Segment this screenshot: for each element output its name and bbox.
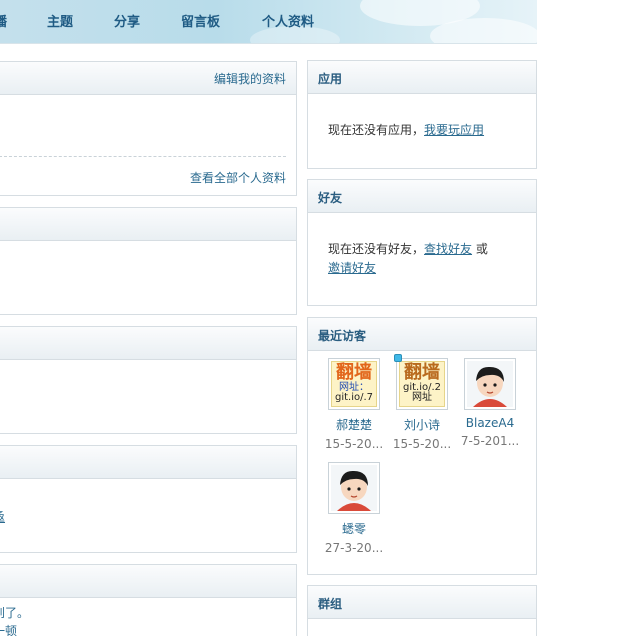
left-panel-5: 到了。 一顿: [0, 564, 297, 636]
visitor-date: 27-3-20...: [324, 541, 384, 555]
visitor-item[interactable]: 翻墙 git.io/.2 网址 刘小诗 15-5-20...: [390, 354, 454, 451]
visitor-avatar[interactable]: [328, 462, 380, 514]
partial-link[interactable]: 亟: [0, 508, 5, 525]
apps-empty-text: 现在还没有应用，: [328, 123, 425, 137]
visitor-avatar[interactable]: 翻墙 网址： git.io/.7: [328, 358, 380, 410]
default-avatar-icon: [331, 465, 377, 511]
left-panel-5-header: [0, 565, 296, 598]
groups-panel-title: 群组: [318, 597, 343, 611]
apps-panel-header: 应用: [308, 61, 536, 94]
apps-empty-message: 现在还没有应用，我要玩应用: [328, 121, 484, 138]
visitor-name[interactable]: 刘小诗: [390, 416, 454, 433]
nav-item-profile[interactable]: 个人资料: [262, 11, 314, 30]
ad-avatar-image: 翻墙 网址： git.io/.7: [331, 361, 377, 407]
default-avatar-icon: [467, 361, 513, 407]
find-friends-link[interactable]: 查找好友: [424, 242, 472, 256]
friends-empty-message: 现在还没有好友，查找好友 或: [328, 240, 488, 257]
online-status-icon: [394, 354, 402, 362]
visitor-name[interactable]: 郝楚楚: [322, 416, 386, 433]
visitors-panel-title: 最近访客: [318, 329, 367, 343]
apps-panel-title: 应用: [318, 72, 343, 86]
friends-panel-title: 好友: [318, 191, 343, 205]
groups-panel-header: 群组: [308, 586, 536, 619]
view-all-profile-link[interactable]: 查看全部个人资料: [190, 169, 286, 186]
nav-item-broadcast[interactable]: 播: [0, 11, 7, 30]
visitors-panel-header: 最近访客: [308, 318, 536, 351]
play-apps-link[interactable]: 我要玩应用: [424, 123, 484, 137]
visitor-item[interactable]: 翻墙 网址： git.io/.7 郝楚楚 15-5-20...: [322, 358, 386, 451]
visitor-avatar[interactable]: [464, 358, 516, 410]
visitor-item[interactable]: 蟋零 27-3-20...: [322, 462, 386, 555]
visitor-name[interactable]: 蟋零: [322, 520, 386, 537]
invite-friends-link[interactable]: 邀请好友: [328, 261, 376, 275]
visitor-date: 15-5-20...: [392, 437, 452, 451]
visitor-date: 15-5-20...: [324, 437, 384, 451]
left-panel-4: 亟: [0, 445, 297, 553]
apps-panel: 应用 现在还没有应用，我要玩应用: [307, 60, 537, 169]
visitor-name[interactable]: BlazeA4: [458, 416, 522, 430]
top-nav-bar: 播 主题 分享 留言板 个人资料: [0, 0, 537, 44]
friends-panel-header: 好友: [308, 180, 536, 213]
nav-item-share[interactable]: 分享: [114, 11, 140, 30]
avatar-text: 翻墙: [404, 362, 440, 384]
edit-profile-link[interactable]: 编辑我的资料: [214, 70, 286, 87]
left-panel-2-header: [0, 208, 296, 241]
left-panel-2: [0, 207, 297, 315]
left-panel-3: [0, 326, 297, 434]
ad-avatar-image: 翻墙 git.io/.2 网址: [399, 361, 445, 407]
visitor-item[interactable]: BlazeA4 7-5-201...: [458, 358, 522, 448]
partial-text-line[interactable]: 到了。: [0, 604, 29, 621]
left-panel-3-header: [0, 327, 296, 360]
dashed-divider: [0, 156, 286, 157]
invite-line: 邀请好友: [328, 259, 376, 276]
friends-panel: 好友 现在还没有好友，查找好友 或 邀请好友: [307, 179, 537, 306]
avatar-text: git.io/.7: [334, 392, 374, 404]
left-panel-4-header: [0, 446, 296, 479]
avatar-text: 翻墙: [336, 362, 372, 384]
visitor-avatar[interactable]: 翻墙 git.io/.2 网址: [394, 354, 448, 410]
friends-empty-text: 现在还没有好友，: [328, 242, 425, 256]
or-text: 或: [472, 242, 488, 256]
nav-item-guestbook[interactable]: 留言板: [181, 11, 220, 30]
profile-panel: 编辑我的资料 查看全部个人资料: [0, 61, 297, 196]
partial-text-line[interactable]: 一顿: [0, 622, 17, 636]
nav-item-topics[interactable]: 主题: [47, 11, 73, 30]
profile-panel-header: 编辑我的资料: [0, 62, 296, 95]
avatar-text: 网址: [412, 392, 432, 404]
recent-visitors-panel: 最近访客 翻墙 网址： git.io/.7 郝楚楚 15-5-20... 翻墙 …: [307, 317, 537, 575]
visitor-date: 7-5-201...: [460, 434, 520, 448]
groups-panel: 群组: [307, 585, 537, 636]
